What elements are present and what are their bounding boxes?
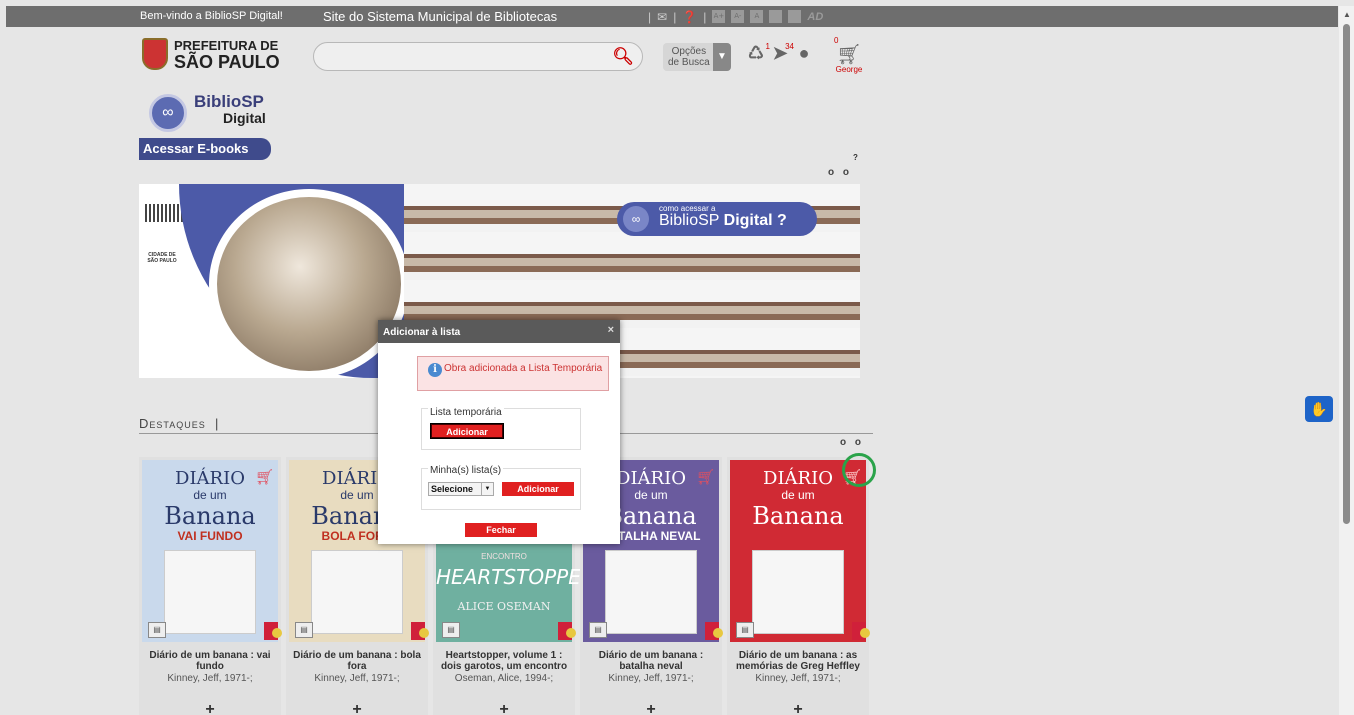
help-icon[interactable]: ❓ bbox=[682, 10, 697, 24]
contrast-icon[interactable] bbox=[769, 10, 783, 23]
bell-icon[interactable]: ♺ 1 bbox=[746, 42, 770, 64]
destaques-pager[interactable]: o o bbox=[840, 437, 864, 448]
plus-icon[interactable]: + bbox=[433, 701, 575, 715]
link-icon: ∞ bbox=[149, 94, 187, 132]
options-label-2: de Busca bbox=[668, 57, 710, 68]
font-decrease-icon[interactable]: A- bbox=[731, 10, 745, 23]
pill-question: ? bbox=[776, 212, 787, 229]
book-author: Oseman, Alice, 1994-; bbox=[454, 673, 554, 684]
plus-icon[interactable]: + bbox=[580, 701, 722, 715]
pill-text-1: BiblioSP bbox=[659, 212, 720, 229]
success-alert: i Obra adicionada a Lista Temporária bbox=[417, 356, 609, 391]
bookmark-icon[interactable] bbox=[558, 622, 576, 640]
search-icon[interactable]: 🔍︎ bbox=[612, 47, 634, 67]
ebook-icon: ▤ bbox=[589, 622, 607, 638]
search-options-dropdown[interactable]: Opções de Busca ▼ bbox=[663, 43, 731, 71]
my-lists-label: Minha(s) lista(s) bbox=[428, 465, 504, 476]
font-normal-icon[interactable]: A bbox=[750, 10, 764, 23]
mail-icon[interactable]: ✉ bbox=[657, 10, 667, 24]
chevron-down-icon: ▼ bbox=[481, 483, 493, 495]
book-author: Kinney, Jeff, 1971-; bbox=[314, 673, 400, 684]
bookmark-icon[interactable] bbox=[411, 622, 429, 640]
plus-icon[interactable]: + bbox=[139, 701, 281, 715]
banner-pager[interactable]: o o bbox=[828, 167, 852, 178]
modal-header: Adicionar à lista × bbox=[378, 320, 620, 343]
highlight-ring bbox=[842, 453, 876, 487]
how-to-access-pill: ∞ como acessar a BiblioSP Digital ? bbox=[617, 202, 817, 236]
ad-logo[interactable]: AD bbox=[807, 11, 823, 23]
book-title[interactable]: Diário de um banana : vai fundo bbox=[141, 650, 279, 672]
scrollbar-thumb[interactable] bbox=[1343, 24, 1350, 524]
bookmark-icon[interactable] bbox=[705, 622, 723, 640]
book-author: Kinney, Jeff, 1971-; bbox=[755, 673, 841, 684]
accessibility-hand-icon[interactable]: ✋ bbox=[1305, 396, 1333, 422]
plus-icon[interactable]: + bbox=[286, 701, 428, 715]
ebook-icon: ▤ bbox=[442, 622, 460, 638]
ebook-icon: ▤ bbox=[295, 622, 313, 638]
close-modal-button[interactable]: Fechar bbox=[465, 523, 537, 537]
logo-line-2: SÃO PAULO bbox=[174, 52, 280, 72]
city-crest-icon bbox=[142, 38, 168, 70]
font-increase-icon[interactable]: A+ bbox=[712, 10, 726, 23]
pill-text-2: Digital bbox=[723, 212, 773, 229]
book-title[interactable]: Diário de um banana : as memórias de Gre… bbox=[729, 650, 867, 672]
ebook-icon: ▤ bbox=[148, 622, 166, 638]
scroll-up-icon[interactable]: ▲ bbox=[1343, 10, 1351, 19]
book-cover[interactable]: DIÁRIO de um Banana VAI FUNDO 🛒︎ ▤ bbox=[142, 460, 282, 642]
user-name: George bbox=[835, 65, 863, 74]
book-card[interactable]: DIÁRIO de um Banana VAI FUNDO 🛒︎ ▤ Diári… bbox=[139, 457, 282, 715]
book-title[interactable]: Heartstopper, volume 1 : dois garotos, u… bbox=[435, 650, 573, 672]
add-temp-list-button[interactable]: Adicionar bbox=[430, 423, 504, 439]
temp-list-label: Lista temporária bbox=[428, 407, 504, 418]
alert-message: Obra adicionada a Lista Temporária bbox=[444, 363, 603, 374]
bibliosp-title: BiblioSP bbox=[194, 92, 264, 111]
ebook-icon: ▤ bbox=[736, 622, 754, 638]
link-icon: ∞ bbox=[623, 206, 649, 232]
welcome-text: Bem-vindo a BiblioSP Digital! bbox=[140, 10, 283, 22]
book-author: Kinney, Jeff, 1971-; bbox=[167, 673, 253, 684]
search-input[interactable]: 🔍︎ bbox=[313, 42, 643, 71]
site-link[interactable]: Site do Sistema Municipal de Bibliotecas bbox=[323, 9, 557, 24]
user-icons: ♺ 1 ➤ 34 ● bbox=[746, 42, 814, 64]
destaques-heading: Destaques | bbox=[139, 416, 220, 431]
bibliosp-subtitle: Digital bbox=[223, 110, 266, 126]
page-scrollbar[interactable]: ▲ bbox=[1339, 6, 1354, 715]
options-label-1: Opções bbox=[671, 46, 707, 57]
chevron-down-icon[interactable]: ▼ bbox=[713, 43, 731, 71]
plus-icon[interactable]: + bbox=[727, 701, 869, 715]
book-cover[interactable]: DIÁRIO de um Banana 🛒︎ ▤ bbox=[730, 460, 870, 642]
add-to-cart-icon[interactable]: 🛒︎ bbox=[255, 468, 274, 486]
send-icon[interactable]: ➤ 34 bbox=[770, 42, 794, 64]
add-to-cart-icon[interactable]: 🛒︎ bbox=[696, 468, 715, 486]
book-title[interactable]: Diário de um banana : bola fora bbox=[288, 650, 426, 672]
top-bar: Bem-vindo a BiblioSP Digital! Site do Si… bbox=[6, 6, 1338, 27]
book-card[interactable]: DIÁRIO de um Banana 🛒︎ ▤ Diário de um ba… bbox=[727, 457, 870, 715]
book-author: Kinney, Jeff, 1971-; bbox=[608, 673, 694, 684]
modal-title: Adicionar à lista bbox=[383, 327, 461, 338]
bibliosp-digital-logo[interactable]: ∞ BiblioSP Digital Acessar E-books bbox=[139, 88, 279, 164]
user-icon[interactable]: ● bbox=[794, 42, 814, 64]
cidade-logo: CIDADE DE SÃO PAULO bbox=[147, 252, 177, 264]
bookmark-icon[interactable] bbox=[264, 622, 282, 640]
bookmark-icon[interactable] bbox=[852, 622, 870, 640]
toolbar-icons: | ✉ | ❓ | A+ A- A AD bbox=[648, 9, 824, 24]
add-to-list-modal: Adicionar à lista × i Obra adicionada a … bbox=[378, 320, 620, 544]
book-title[interactable]: Diário de um banana : batalha neval bbox=[582, 650, 720, 672]
notif-count-2: 34 bbox=[785, 42, 794, 51]
access-ebooks-button[interactable]: Acessar E-books bbox=[139, 138, 271, 160]
prefeitura-logo[interactable]: PREFEITURA DE SÃO PAULO bbox=[142, 38, 280, 72]
info-icon: i bbox=[428, 363, 442, 377]
contrast-alt-icon[interactable] bbox=[788, 10, 802, 23]
add-my-list-button[interactable]: Adicionar bbox=[502, 482, 574, 496]
cart-icon: 🛒︎ bbox=[836, 44, 862, 66]
close-icon[interactable]: × bbox=[608, 324, 614, 336]
cart-button[interactable]: 0 🛒︎ George bbox=[834, 36, 864, 74]
my-lists-select[interactable]: Selecione ▼ bbox=[428, 482, 494, 496]
help-mark[interactable]: ? bbox=[853, 153, 858, 162]
